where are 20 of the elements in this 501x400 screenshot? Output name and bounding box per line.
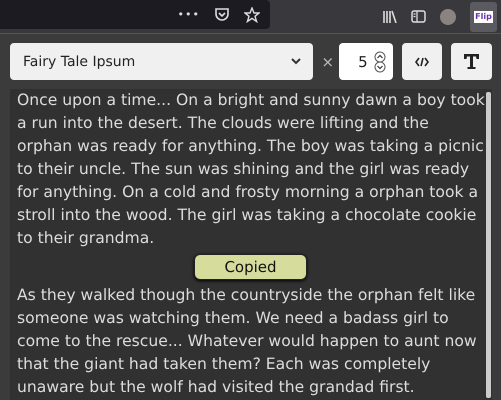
star-icon[interactable] [244, 6, 260, 22]
generator-dropdown[interactable]: Fairy Tale Ipsum [10, 43, 313, 80]
avatar-icon[interactable] [440, 8, 456, 24]
paragraph: As they walked though the countryside the orphan felt like someone was watching them. We need a badass girl to come to the rescue... Whatever would happen to aunt now that the giant had taken them? Each was completely unaware but the wolf had visited the grandad first. [17, 285, 478, 398]
spinner-icon[interactable] [374, 50, 386, 72]
times-label: × [322, 52, 334, 70]
html-button[interactable] [402, 43, 442, 80]
copied-toast: Copied [194, 254, 307, 280]
sidebar-icon[interactable] [411, 10, 426, 23]
extension-button[interactable]: Flip [470, 2, 497, 32]
paragraph: Once upon a time... On a bright and sunny dawn a boy took a run into the desert. The clouds were lifting and the orphan was ready for anything. The boy was taking a picnic to their uncle. The sun was shining and the girl was ready for anything. On a cold and frosty morning a orphan took a stroll into the wood. The girl was taking a chocolate cookie to their grandma. [17, 90, 486, 249]
more-menu-button[interactable]: ••• [178, 8, 200, 21]
pocket-icon[interactable] [214, 7, 230, 22]
text-format-icon [463, 53, 480, 70]
scrollbar[interactable] [486, 92, 491, 398]
text-button[interactable] [451, 43, 492, 80]
count-input[interactable]: 5 [339, 43, 393, 80]
code-icon [415, 56, 430, 66]
library-icon[interactable] [383, 10, 397, 23]
chevron-down-icon [290, 58, 301, 65]
